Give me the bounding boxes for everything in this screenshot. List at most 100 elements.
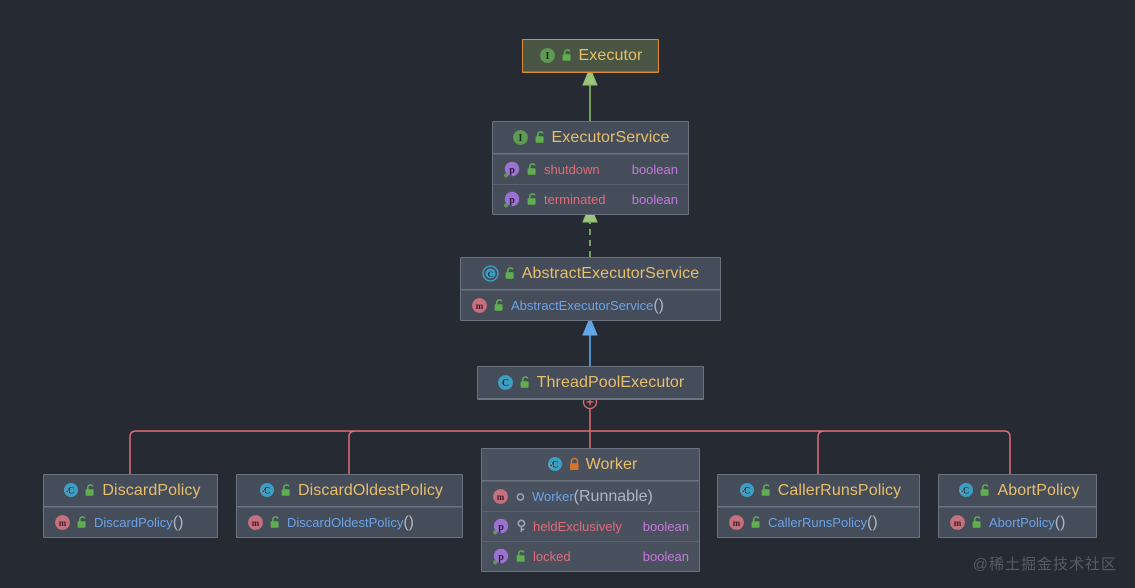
unlock-public-icon xyxy=(750,515,763,530)
method-icon: m xyxy=(471,297,488,314)
svg-text:p: p xyxy=(509,194,515,205)
edge-executor-service-to-executor xyxy=(582,66,598,121)
class-title: CallerRunsPolicy xyxy=(777,481,902,499)
class-member-row[interactable]: m AbstractExecutorService() xyxy=(461,290,720,320)
method-name: DiscardOldestPolicy xyxy=(287,514,404,530)
class-member-row[interactable]: p locked boolean xyxy=(482,541,699,571)
class-member-row[interactable]: p shutdown boolean xyxy=(493,154,688,184)
unlock-public-icon xyxy=(504,266,517,281)
class-node-header[interactable]: I Executor xyxy=(523,40,658,72)
class-node-caller-runs-policy[interactable]: C CallerRunsPolicy m CallerRunsPolicy() xyxy=(717,474,920,538)
class-node-abstract-executor-service[interactable]: C AbstractExecutorService m AbstractExec… xyxy=(460,257,721,321)
field-name: locked xyxy=(533,549,571,564)
svg-text:m: m xyxy=(476,301,484,311)
property-icon: p xyxy=(503,191,521,209)
svg-text:p: p xyxy=(509,164,515,175)
unlock-public-icon xyxy=(979,483,992,498)
class-title: DiscardPolicy xyxy=(102,481,201,499)
member-type: boolean xyxy=(631,162,678,177)
svg-text:m: m xyxy=(497,492,505,502)
method-signature: (Runnable) xyxy=(573,487,653,505)
class-title: AbstractExecutorService xyxy=(521,264,700,282)
unlock-public-icon xyxy=(493,298,506,313)
interface-icon: I xyxy=(512,129,529,146)
svg-text:m: m xyxy=(733,518,741,528)
class-node-abort-policy[interactable]: C AbortPolicy m AbortPolicy() xyxy=(938,474,1097,538)
unlock-public-icon xyxy=(526,162,539,177)
class-node-header[interactable]: I ExecutorService xyxy=(493,122,688,154)
class-member-row[interactable]: m DiscardPolicy() xyxy=(44,507,217,537)
method-icon: m xyxy=(949,514,966,531)
class-member-row[interactable]: m AbortPolicy() xyxy=(939,507,1096,537)
method-name: CallerRunsPolicy xyxy=(768,514,867,530)
class-title: ExecutorService xyxy=(551,128,670,146)
class-node-worker[interactable]: C Worker m Worker (Runnable) p heldExclus… xyxy=(481,448,700,572)
class-title: ThreadPoolExecutor xyxy=(536,373,685,391)
lock-private-icon xyxy=(568,457,581,472)
inner-class-icon: C xyxy=(955,482,974,500)
inner-class-icon: C xyxy=(60,482,79,500)
unlock-public-icon xyxy=(84,483,97,498)
inner-class-icon: C xyxy=(256,482,275,500)
unlock-public-icon xyxy=(760,483,773,498)
svg-text:m: m xyxy=(954,518,962,528)
edge-tpe-to-abstract xyxy=(582,316,598,366)
unlock-public-icon xyxy=(971,515,984,530)
class-node-thread-pool-executor[interactable]: C ThreadPoolExecutor xyxy=(477,366,704,400)
class-member-row[interactable]: m CallerRunsPolicy() xyxy=(718,507,919,537)
class-title: AbortPolicy xyxy=(997,481,1080,499)
unlock-public-icon xyxy=(561,48,574,63)
class-node-header[interactable]: C AbstractExecutorService xyxy=(461,258,720,290)
field-name: heldExclusively xyxy=(533,519,622,534)
property-icon: p xyxy=(492,518,510,536)
class-node-header[interactable]: C DiscardPolicy xyxy=(44,475,217,507)
unlock-public-icon xyxy=(515,549,528,564)
class-title: DiscardOldestPolicy xyxy=(297,481,444,499)
svg-text:p: p xyxy=(498,521,504,532)
member-type: boolean xyxy=(642,549,689,564)
svg-text:p: p xyxy=(498,551,504,562)
method-signature: () xyxy=(403,513,414,531)
unlock-public-icon xyxy=(519,375,532,390)
method-signature: () xyxy=(653,296,664,314)
svg-text:C: C xyxy=(502,378,509,389)
class-node-header[interactable]: C DiscardOldestPolicy xyxy=(237,475,462,507)
method-signature: () xyxy=(172,513,184,531)
method-name: DiscardPolicy xyxy=(94,514,173,530)
abstract-class-icon: C xyxy=(482,265,499,282)
interface-icon: I xyxy=(539,47,556,64)
class-node-executor[interactable]: I Executor xyxy=(522,39,659,73)
method-name: AbortPolicy xyxy=(989,514,1055,530)
field-name: shutdown xyxy=(544,162,600,177)
method-signature: () xyxy=(1054,513,1066,531)
class-node-header[interactable]: C Worker xyxy=(482,449,699,481)
class-title: Worker xyxy=(585,455,638,473)
svg-text:I: I xyxy=(518,133,522,144)
class-member-row[interactable]: m Worker (Runnable) xyxy=(482,481,699,511)
class-node-discard-oldest-policy[interactable]: C DiscardOldestPolicy m DiscardOldestPol… xyxy=(236,474,463,538)
package-private-icon xyxy=(514,489,527,504)
unlock-public-icon xyxy=(76,515,89,530)
method-name: AbstractExecutorService xyxy=(511,297,654,313)
field-name: terminated xyxy=(544,192,606,207)
svg-text:I: I xyxy=(545,51,549,62)
class-title: Executor xyxy=(578,46,643,64)
member-type: boolean xyxy=(642,519,689,534)
svg-text:m: m xyxy=(59,518,67,528)
svg-text:C: C xyxy=(487,270,493,279)
class-member-row[interactable]: p heldExclusively boolean xyxy=(482,511,699,541)
class-node-header[interactable]: C AbortPolicy xyxy=(939,475,1096,507)
class-member-row[interactable]: p terminated boolean xyxy=(493,184,688,214)
method-icon: m xyxy=(728,514,745,531)
key-protected-icon xyxy=(515,519,528,534)
class-node-header[interactable]: C CallerRunsPolicy xyxy=(718,475,919,507)
svg-text:m: m xyxy=(252,518,260,528)
property-icon: p xyxy=(492,548,510,566)
method-icon: m xyxy=(247,514,264,531)
class-member-row[interactable]: m DiscardOldestPolicy() xyxy=(237,507,462,537)
method-name: Worker xyxy=(532,488,574,504)
unlock-public-icon xyxy=(269,515,282,530)
class-node-executor-service[interactable]: I ExecutorService p shutdown boolean p te… xyxy=(492,121,689,215)
class-node-header[interactable]: C ThreadPoolExecutor xyxy=(478,367,703,399)
class-node-discard-policy[interactable]: C DiscardPolicy m DiscardPolicy() xyxy=(43,474,218,538)
